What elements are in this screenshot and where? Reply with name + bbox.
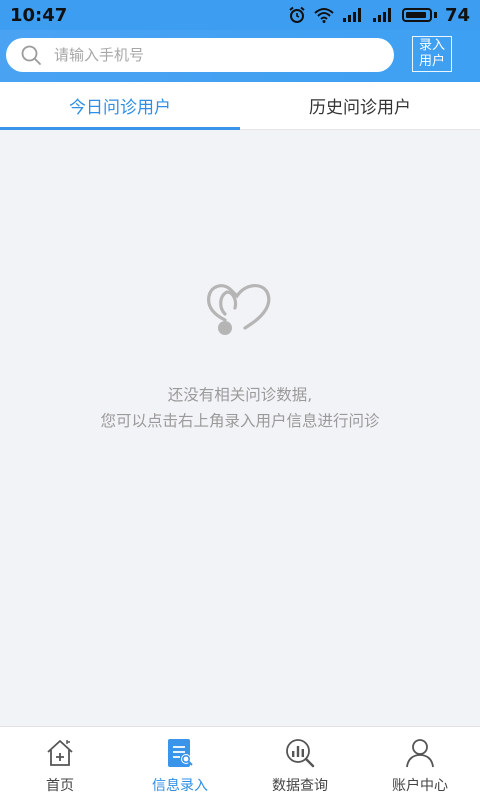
- signal-icon: [342, 8, 361, 22]
- empty-state: 还没有相关问诊数据, 您可以点击右上角录入用户信息进行问诊: [0, 130, 480, 726]
- search-input[interactable]: [52, 45, 356, 65]
- empty-message-line1: 还没有相关问诊数据,: [167, 386, 313, 404]
- document-icon: [168, 739, 193, 767]
- wifi-icon: [314, 8, 334, 23]
- add-user-label-line2: 用户: [418, 54, 445, 69]
- search-icon: [21, 45, 41, 65]
- status-icons: 74: [288, 5, 470, 26]
- nav-label: 首页: [46, 778, 74, 794]
- tab-history-patients[interactable]: 历史问诊用户: [240, 82, 480, 129]
- user-icon: [406, 739, 434, 768]
- search-box[interactable]: [6, 38, 394, 72]
- tab-label: 今日问诊用户: [69, 98, 171, 118]
- add-user-label-line1: 录入: [418, 38, 445, 53]
- search-header: 录入 用户: [0, 30, 480, 82]
- tab-bar: 今日问诊用户 历史问诊用户: [0, 82, 480, 130]
- nav-label: 信息录入: [152, 778, 208, 794]
- chart-search-icon: [286, 739, 315, 768]
- nav-item-account[interactable]: 账户中心: [360, 727, 480, 800]
- status-bar: 10:47 74: [0, 0, 480, 30]
- battery-level: 74: [444, 4, 470, 26]
- nav-item-data-query[interactable]: 数据查询: [240, 727, 360, 800]
- nav-item-home[interactable]: 首页: [0, 727, 120, 800]
- stethoscope-heart-icon: [207, 284, 271, 335]
- nav-item-info-entry[interactable]: 信息录入: [120, 727, 240, 800]
- home-icon: [47, 740, 73, 766]
- battery-icon: [401, 8, 432, 22]
- bottom-nav: 首页 信息录入 数据查询 账户中心: [0, 726, 480, 800]
- empty-message: 还没有相关问诊数据, 您可以点击右上角录入用户信息进行问诊: [0, 382, 480, 434]
- empty-message-line2: 您可以点击右上角录入用户信息进行问诊: [100, 412, 380, 430]
- signal-icon: [372, 8, 391, 22]
- status-time: 10:47: [10, 4, 68, 26]
- alarm-icon: [289, 6, 305, 23]
- tab-label: 历史问诊用户: [309, 98, 411, 118]
- add-user-button[interactable]: 录入 用户: [412, 36, 452, 72]
- nav-label: 账户中心: [392, 778, 448, 794]
- nav-label: 数据查询: [272, 778, 328, 794]
- tab-today-patients[interactable]: 今日问诊用户: [0, 82, 240, 130]
